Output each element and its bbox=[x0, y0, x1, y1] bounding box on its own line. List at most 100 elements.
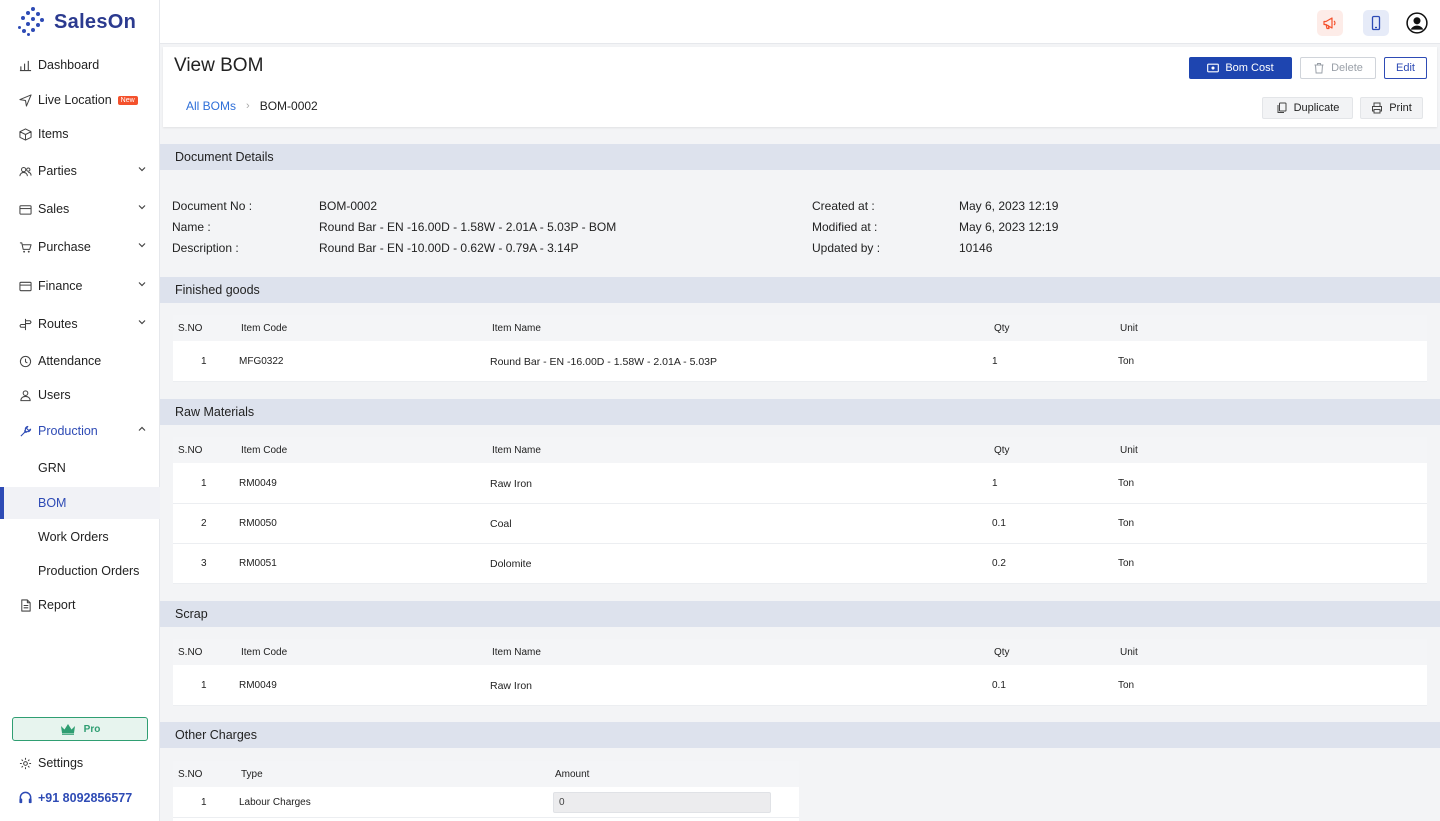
chevron-down-icon bbox=[138, 205, 146, 210]
sidebar-subitem-production-orders[interactable]: Production Orders bbox=[0, 555, 160, 587]
sidebar-subitem-bom[interactable]: BOM bbox=[0, 487, 160, 519]
section-raw-materials: Raw Materials bbox=[160, 399, 1440, 425]
sidebar-item-production[interactable]: Production bbox=[0, 415, 160, 447]
sidebar-item-dashboard[interactable]: Dashboard bbox=[0, 49, 160, 81]
mobile-app-button[interactable] bbox=[1363, 10, 1389, 36]
sidebar-item-label: Finance bbox=[38, 279, 83, 293]
scrap-table: S.NO Item Code Item Name Qty Unit 1 RM00… bbox=[173, 639, 1427, 706]
salesOn-logo-icon bbox=[18, 7, 48, 37]
col-unit: Unit bbox=[1120, 444, 1138, 456]
bom-cost-button[interactable]: Bom Cost bbox=[1189, 57, 1292, 79]
cell-qty: 0.1 bbox=[992, 518, 1006, 529]
profile-button[interactable] bbox=[1404, 10, 1430, 36]
section-title: Document Details bbox=[175, 150, 274, 164]
users-icon bbox=[18, 164, 32, 178]
sidebar-item-settings[interactable]: Settings bbox=[0, 747, 160, 779]
cell-sno: 1 bbox=[201, 680, 207, 691]
table-header: S.NO Type Amount bbox=[173, 761, 799, 787]
duplicate-button[interactable]: Duplicate bbox=[1262, 97, 1353, 119]
detail-value-updated-by: 10146 bbox=[959, 241, 993, 255]
col-item-name: Item Name bbox=[492, 444, 541, 456]
sidebar-item-label: Parties bbox=[38, 164, 77, 178]
detail-label: Modified at : bbox=[812, 220, 878, 234]
sidebar-item-label: Dashboard bbox=[38, 58, 100, 72]
sidebar-item-routes[interactable]: Routes bbox=[0, 308, 160, 340]
cell-item-code: RM0050 bbox=[239, 518, 277, 529]
cell-item-code: RM0051 bbox=[239, 558, 277, 569]
pro-button[interactable]: Pro bbox=[12, 717, 148, 741]
section-title: Finished goods bbox=[175, 283, 260, 297]
user-icon bbox=[18, 388, 32, 402]
sidebar-subitem-work-orders[interactable]: Work Orders bbox=[0, 521, 160, 553]
logo[interactable]: SalesOn bbox=[18, 6, 136, 38]
sidebar-item-label: Report bbox=[38, 598, 76, 612]
detail-label: Created at : bbox=[812, 199, 875, 213]
edit-label: Edit bbox=[1396, 62, 1415, 74]
section-finished-goods: Finished goods bbox=[160, 277, 1440, 303]
bom-cost-label: Bom Cost bbox=[1225, 62, 1274, 74]
sidebar-item-label: Users bbox=[38, 388, 71, 402]
table-header: S.NO Item Code Item Name Qty Unit bbox=[173, 639, 1427, 665]
col-qty: Qty bbox=[994, 322, 1010, 334]
printer-icon bbox=[1372, 102, 1383, 114]
trash-icon bbox=[1314, 63, 1324, 74]
detail-value-description: Round Bar - EN -10.00D - 0.62W - 0.79A -… bbox=[319, 241, 579, 255]
delete-button[interactable]: Delete bbox=[1300, 57, 1376, 79]
sidebar-item-finance[interactable]: Finance bbox=[0, 270, 160, 302]
sidebar-item-users[interactable]: Users bbox=[0, 379, 160, 411]
table-row: 1 RM0049 Raw Iron 0.1 Ton bbox=[173, 666, 1427, 706]
edit-button[interactable]: Edit bbox=[1384, 57, 1427, 79]
support-phone[interactable]: +91 8092856577 bbox=[18, 790, 132, 805]
new-badge: New bbox=[117, 95, 138, 105]
sidebar-item-sales[interactable]: Sales bbox=[0, 193, 160, 225]
sidebar-item-parties[interactable]: Parties bbox=[0, 155, 160, 187]
sidebar-item-report[interactable]: Report bbox=[0, 589, 160, 621]
sidebar-subitem-label: BOM bbox=[38, 496, 67, 510]
crown-icon bbox=[60, 724, 75, 735]
table-row: 1 MFG0322 Round Bar - EN -16.00D - 1.58W… bbox=[173, 342, 1427, 382]
sidebar-subitem-grn[interactable]: GRN bbox=[0, 452, 160, 484]
other-charges-table: S.NO Type Amount 1 Labour Charges 0 bbox=[173, 761, 799, 821]
sidebar-subitem-label: Production Orders bbox=[38, 564, 140, 578]
sidebar-item-label: Sales bbox=[38, 202, 70, 216]
cell-sno: 3 bbox=[201, 558, 207, 569]
col-item-code: Item Code bbox=[241, 444, 288, 456]
col-sno: S.NO bbox=[178, 646, 203, 658]
cell-item-code: MFG0322 bbox=[239, 356, 284, 367]
amount-input[interactable]: 0 bbox=[553, 792, 771, 813]
wallet-icon bbox=[18, 202, 32, 216]
cell-item-name: Coal bbox=[490, 517, 512, 530]
detail-label: Description : bbox=[172, 241, 239, 255]
detail-label: Name : bbox=[172, 220, 211, 234]
sidebar-item-attendance[interactable]: Attendance bbox=[0, 345, 160, 377]
cell-sno: 1 bbox=[201, 478, 207, 489]
col-qty: Qty bbox=[994, 444, 1010, 456]
cell-sno: 1 bbox=[201, 797, 207, 808]
breadcrumb-all-boms[interactable]: All BOMs bbox=[186, 99, 236, 113]
table-header: S.NO Item Code Item Name Qty Unit bbox=[173, 437, 1427, 463]
print-button[interactable]: Print bbox=[1360, 97, 1423, 119]
table-header: S.NO Item Code Item Name Qty Unit bbox=[173, 315, 1427, 341]
cell-qty: 1 bbox=[992, 356, 998, 367]
col-sno: S.NO bbox=[178, 444, 203, 456]
cell-item-code: RM0049 bbox=[239, 478, 277, 489]
sidebar-item-purchase[interactable]: Purchase bbox=[0, 231, 160, 263]
sidebar-item-items[interactable]: Items bbox=[0, 118, 160, 150]
sidebar-item-label: Live Location bbox=[38, 93, 112, 107]
cart-icon bbox=[18, 240, 32, 254]
col-sno: S.NO bbox=[178, 322, 203, 334]
mobile-phone-icon bbox=[1371, 15, 1381, 31]
sidebar-item-label: Purchase bbox=[38, 240, 91, 254]
breadcrumb: All BOMs › BOM-0002 bbox=[186, 99, 318, 113]
sidebar-item-live-location[interactable]: Live Location New bbox=[0, 84, 160, 116]
table-row: 1 RM0049 Raw Iron 1 Ton bbox=[173, 464, 1427, 504]
user-avatar-icon bbox=[1406, 12, 1428, 34]
cell-unit: Ton bbox=[1118, 680, 1135, 691]
sidebar-item-label: Production bbox=[38, 424, 98, 438]
table-row: 3 RM0051 Dolomite 0.2 Ton bbox=[173, 544, 1427, 584]
chevron-up-icon bbox=[138, 426, 146, 431]
announcement-button[interactable] bbox=[1317, 10, 1343, 36]
card-icon bbox=[18, 279, 32, 293]
col-item-code: Item Code bbox=[241, 322, 288, 334]
signpost-icon bbox=[18, 317, 32, 331]
